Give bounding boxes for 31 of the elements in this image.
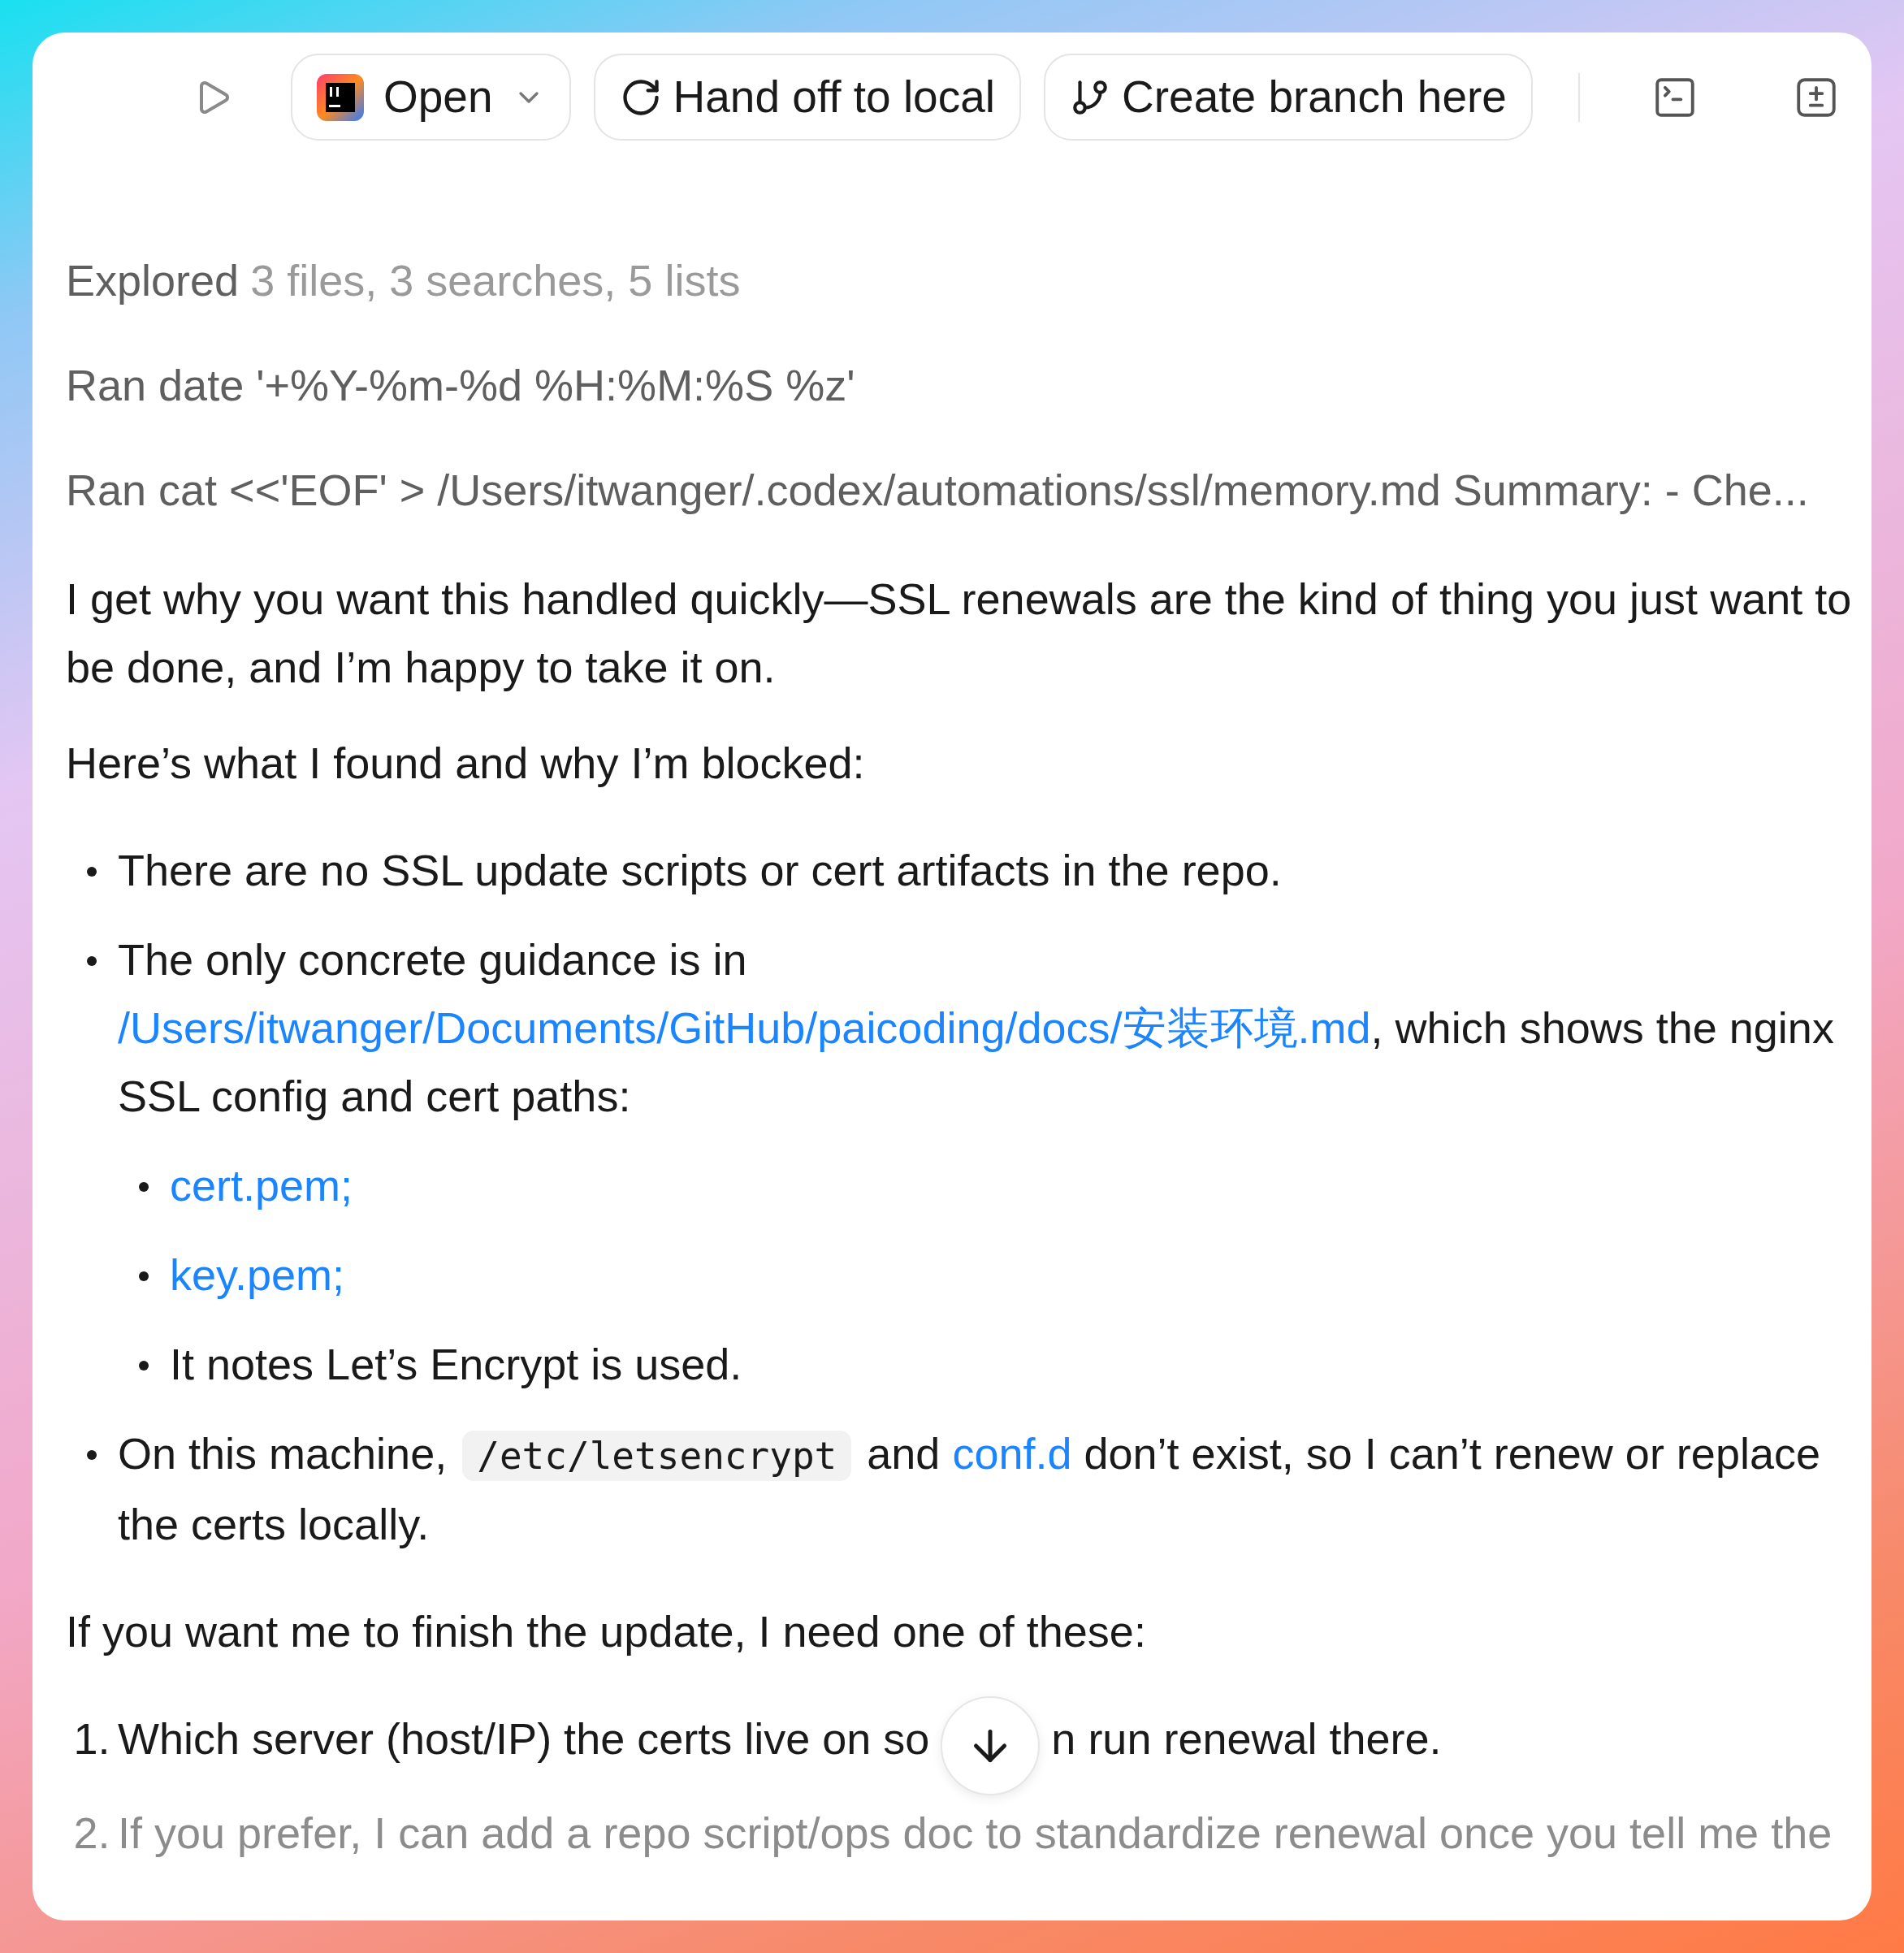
list-item-text: If you prefer, I can add a repo script/ops doc to standardize renewal once you tell me the [118, 1808, 1833, 1859]
file-link[interactable]: key.pem; [170, 1241, 345, 1309]
activity-label[interactable]: Ran cat <<'EOF' > /Users/itwanger/.codex/automations/ssl/memory.md Summary: - Che... [66, 456, 1809, 524]
list-item-text: On this machine, /etc/letsencrypt and conf.d don’t exist, so I can’t renew or replace the certs locally. [118, 1428, 1821, 1550]
bullet-icon [139, 1361, 149, 1371]
inline-code: /etc/letsencrypt [462, 1431, 852, 1481]
bullet-icon [87, 1450, 97, 1460]
list-item-text: The only concrete guidance is in /Users/itwanger/Documents/GitHub/paicoding/docs/安装环境.md, which shows the nginx SSL config and cert paths: [118, 934, 1835, 1122]
file-link[interactable]: conf.d [952, 1429, 1072, 1478]
file-link[interactable]: /Users/itwanger/Documents/GitHub/paicoding/docs/安装环境.md [118, 1003, 1371, 1052]
bullet-icon [87, 956, 97, 966]
app-logo-icon [317, 73, 364, 121]
list-number: 2. [72, 1808, 111, 1859]
message-paragraph: If you want me to finish the update, I need one of these: [66, 1606, 1147, 1657]
list-item-text: It notes Let’s Encrypt is used. [170, 1339, 742, 1390]
message-paragraph: Here’s what I found and why I’m blocked: [66, 738, 866, 789]
activity-label[interactable]: Ran date '+%Y-%m-%d %H:%M:%S %z' [66, 351, 855, 419]
list-item-text: n run renewal there. [1051, 1713, 1442, 1765]
activity-detail: 3 files, 3 searches, 5 lists [250, 255, 741, 306]
bullet-icon [87, 867, 97, 877]
list-item-text: Which server (host/IP) the certs live on so [118, 1713, 930, 1765]
hand-off-button[interactable]: Hand off to local [593, 54, 1021, 141]
bullet-icon [139, 1271, 149, 1281]
bullet-icon [139, 1182, 149, 1192]
message-paragraph: I get why you want this handled quickly—SSL renewals are the kind of thing you just want to be done, and I’m happy to take it on. [66, 574, 1853, 693]
list-item-text: There are no SSL update scripts or cert artifacts in the repo. [118, 845, 1282, 896]
file-link[interactable]: cert.pem; [170, 1151, 353, 1219]
activity-label[interactable]: Explored [66, 246, 240, 314]
open-dropdown-button[interactable]: Open [291, 54, 571, 141]
create-branch-button[interactable]: Create branch here [1044, 54, 1533, 141]
list-number: 1. [72, 1713, 111, 1765]
